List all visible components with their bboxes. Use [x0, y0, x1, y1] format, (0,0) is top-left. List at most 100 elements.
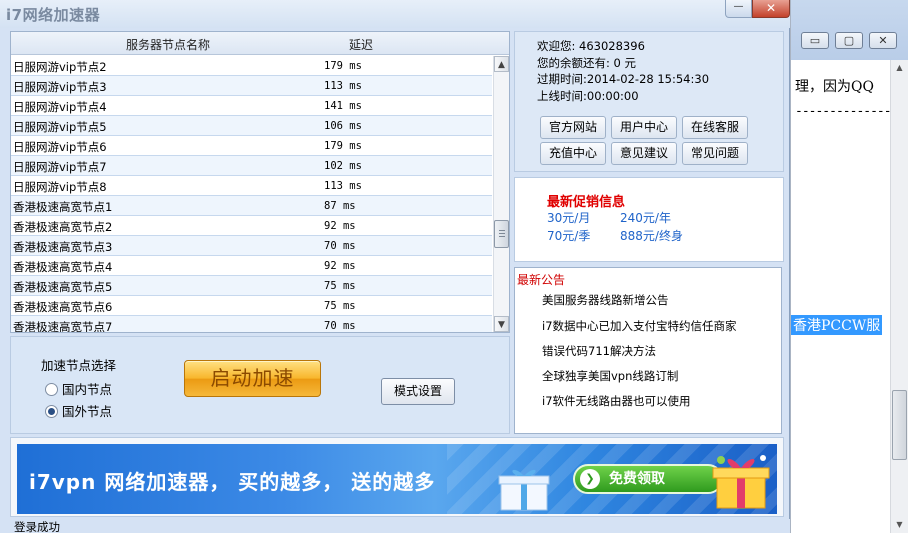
radio-overseas[interactable]: 国外节点 [45, 401, 112, 420]
price-lifetime[interactable]: 888元/终身 [620, 227, 683, 244]
server-row[interactable]: 香港极速高宽节点5 75 ms [11, 276, 492, 296]
radio-domestic-indicator[interactable] [45, 383, 58, 396]
background-scrollbar[interactable]: ▲ ▼ [890, 60, 908, 533]
background-scroll-thumb[interactable] [892, 390, 907, 460]
server-list: 服务器节点名称 延迟 日服网游vip节点2 179 ms 日服网游vip节点3 113… [10, 31, 510, 333]
server-name: 香港极速高宽节点5 [13, 280, 113, 294]
price-quarterly[interactable]: 70元/季 [547, 227, 590, 244]
server-latency: 113 ms [324, 180, 362, 192]
server-latency: 141 ms [324, 100, 362, 112]
notice-panel: 最新公告 美国服务器线路新增公告 i7数据中心已加入支付宝特约信任商家 错误代码… [514, 267, 782, 434]
notice-item[interactable]: 全球独享美国vpn线路订制 [542, 368, 678, 384]
server-rows: 日服网游vip节点2 179 ms 日服网游vip节点3 113 ms 日服网游vip节… [11, 56, 492, 332]
status-bar: 登录成功 [0, 519, 790, 533]
price-yearly[interactable]: 240元/年 [620, 209, 671, 226]
radio-domestic[interactable]: 国内节点 [45, 379, 112, 398]
server-row[interactable]: 香港极速高宽节点1 87 ms [11, 196, 492, 216]
background-text-line: 理，因为QQ [795, 79, 874, 95]
server-row[interactable]: 日服网游vip节点8 113 ms [11, 176, 492, 196]
server-name: 香港极速高宽节点1 [13, 200, 113, 214]
background-minimize-button[interactable]: ▭ [801, 32, 829, 49]
promo-panel: 最新促销信息 30元/月 240元/年 70元/季 888元/终身 [514, 177, 784, 262]
server-name: 日服网游vip节点6 [13, 140, 107, 154]
server-name: 日服网游vip节点8 [13, 180, 107, 194]
server-list-scroll-thumb[interactable] [494, 220, 509, 248]
server-latency: 179 ms [324, 140, 362, 152]
feedback-button[interactable]: 意见建议 [611, 142, 677, 165]
server-name: 香港极速高宽节点3 [13, 240, 113, 254]
node-select-panel: 加速节点选择 国内节点 国外节点 启动加速 模式设置 [10, 336, 510, 434]
recharge-button[interactable]: 充值中心 [540, 142, 606, 165]
free-claim-button[interactable]: ❯ 免费领取 [573, 464, 723, 494]
server-latency: 106 ms [324, 120, 362, 132]
notice-item[interactable]: 错误代码711解决方法 [542, 343, 656, 359]
server-row[interactable]: 日服网游vip节点4 141 ms [11, 96, 492, 116]
node-select-label: 加速节点选择 [41, 358, 117, 373]
scroll-up-icon[interactable]: ▲ [891, 60, 908, 76]
scroll-down-icon[interactable]: ▼ [891, 517, 908, 533]
server-latency: 92 ms [324, 220, 356, 232]
server-row[interactable]: 日服网游vip节点3 113 ms [11, 76, 492, 96]
scroll-down-icon[interactable]: ▼ [494, 316, 509, 332]
server-row[interactable]: 日服网游vip节点7 102 ms [11, 156, 492, 176]
banner-text: i7vpn 网络加速器， 买的越多， 送的越多 [29, 470, 436, 494]
server-name: 香港极速高宽节点7 [13, 320, 113, 332]
app-title: i7网络加速器 [6, 6, 101, 24]
server-name: 日服网游vip节点4 [13, 100, 107, 114]
chevron-down-icon: ❯ [580, 469, 600, 489]
server-row[interactable]: 日服网游vip节点5 106 ms [11, 116, 492, 136]
server-name: 日服网游vip节点7 [13, 160, 107, 174]
server-row[interactable]: 香港极速高宽节点2 92 ms [11, 216, 492, 236]
promo-title: 最新促销信息 [547, 195, 626, 210]
title-bar[interactable]: i7网络加速器 — ✕ [0, 0, 790, 28]
server-row[interactable]: 香港极速高宽节点6 75 ms [11, 296, 492, 316]
server-list-scrollbar[interactable]: ▲ ▼ [493, 56, 509, 332]
free-claim-label: 免费领取 [609, 471, 665, 487]
expire-time-text: 过期时间:2014-02-28 15:54:30 [537, 72, 710, 86]
background-dashes: -------------- [795, 104, 892, 119]
user-center-button[interactable]: 用户中心 [611, 116, 677, 139]
server-name: 日服网游vip节点3 [13, 80, 107, 94]
server-row[interactable]: 日服网游vip节点2 179 ms [11, 56, 492, 76]
server-row[interactable]: 香港极速高宽节点4 92 ms [11, 256, 492, 276]
notice-title: 最新公告 [517, 273, 566, 287]
column-header-latency[interactable]: 延迟 [349, 36, 373, 53]
server-row[interactable]: 香港极速高宽节点3 70 ms [11, 236, 492, 256]
background-highlighted-text: 香港PCCW服 [791, 315, 883, 335]
background-window: ▭ ▢ ✕ 理，因为QQ -------------- 香港PCCW服 ▲ ▼ [790, 0, 908, 533]
notice-item[interactable]: 美国服务器线路新增公告 [542, 292, 669, 308]
close-button[interactable]: ✕ [752, 0, 790, 18]
ad-banner[interactable]: i7vpn 网络加速器， 买的越多， 送的越多 ❯ 免费领取 [17, 444, 777, 514]
background-close-button[interactable]: ✕ [869, 32, 897, 49]
server-latency: 70 ms [324, 240, 356, 252]
server-latency: 113 ms [324, 80, 362, 92]
user-info-panel: 欢迎您: 463028396 您的余额还有: 0 元 过期时间:2014-02-… [514, 31, 784, 172]
server-latency: 75 ms [324, 280, 356, 292]
server-list-header: 服务器节点名称 延迟 [11, 32, 509, 55]
banner-frame: i7vpn 网络加速器， 买的越多， 送的越多 ❯ 免费领取 [10, 437, 784, 517]
server-name: 日服网游vip节点2 [13, 60, 107, 74]
server-latency: 102 ms [324, 160, 362, 172]
price-monthly[interactable]: 30元/月 [547, 209, 590, 226]
server-latency: 92 ms [324, 260, 356, 272]
notice-item[interactable]: i7数据中心已加入支付宝特约信任商家 [542, 318, 737, 334]
server-row[interactable]: 香港极速高宽节点7 70 ms [11, 316, 492, 332]
column-header-name[interactable]: 服务器节点名称 [126, 36, 210, 53]
start-acceleration-button[interactable]: 启动加速 [184, 360, 321, 397]
radio-domestic-label: 国内节点 [62, 382, 113, 397]
server-row[interactable]: 日服网游vip节点6 179 ms [11, 136, 492, 156]
official-site-button[interactable]: 官方网站 [540, 116, 606, 139]
radio-overseas-indicator[interactable] [45, 405, 58, 418]
scroll-up-icon[interactable]: ▲ [494, 56, 509, 72]
background-maximize-button[interactable]: ▢ [835, 32, 863, 49]
faq-button[interactable]: 常见问题 [682, 142, 748, 165]
radio-overseas-label: 国外节点 [62, 404, 113, 419]
notice-item[interactable]: i7软件无线路由器也可以使用 [542, 393, 691, 409]
minimize-button[interactable]: — [725, 0, 752, 18]
status-text: 登录成功 [14, 520, 60, 533]
mode-settings-button[interactable]: 模式设置 [381, 378, 455, 405]
balance-text: 您的余额还有: 0 元 [537, 56, 637, 70]
online-support-button[interactable]: 在线客服 [682, 116, 748, 139]
server-name: 日服网游vip节点5 [13, 120, 107, 134]
server-latency: 75 ms [324, 300, 356, 312]
